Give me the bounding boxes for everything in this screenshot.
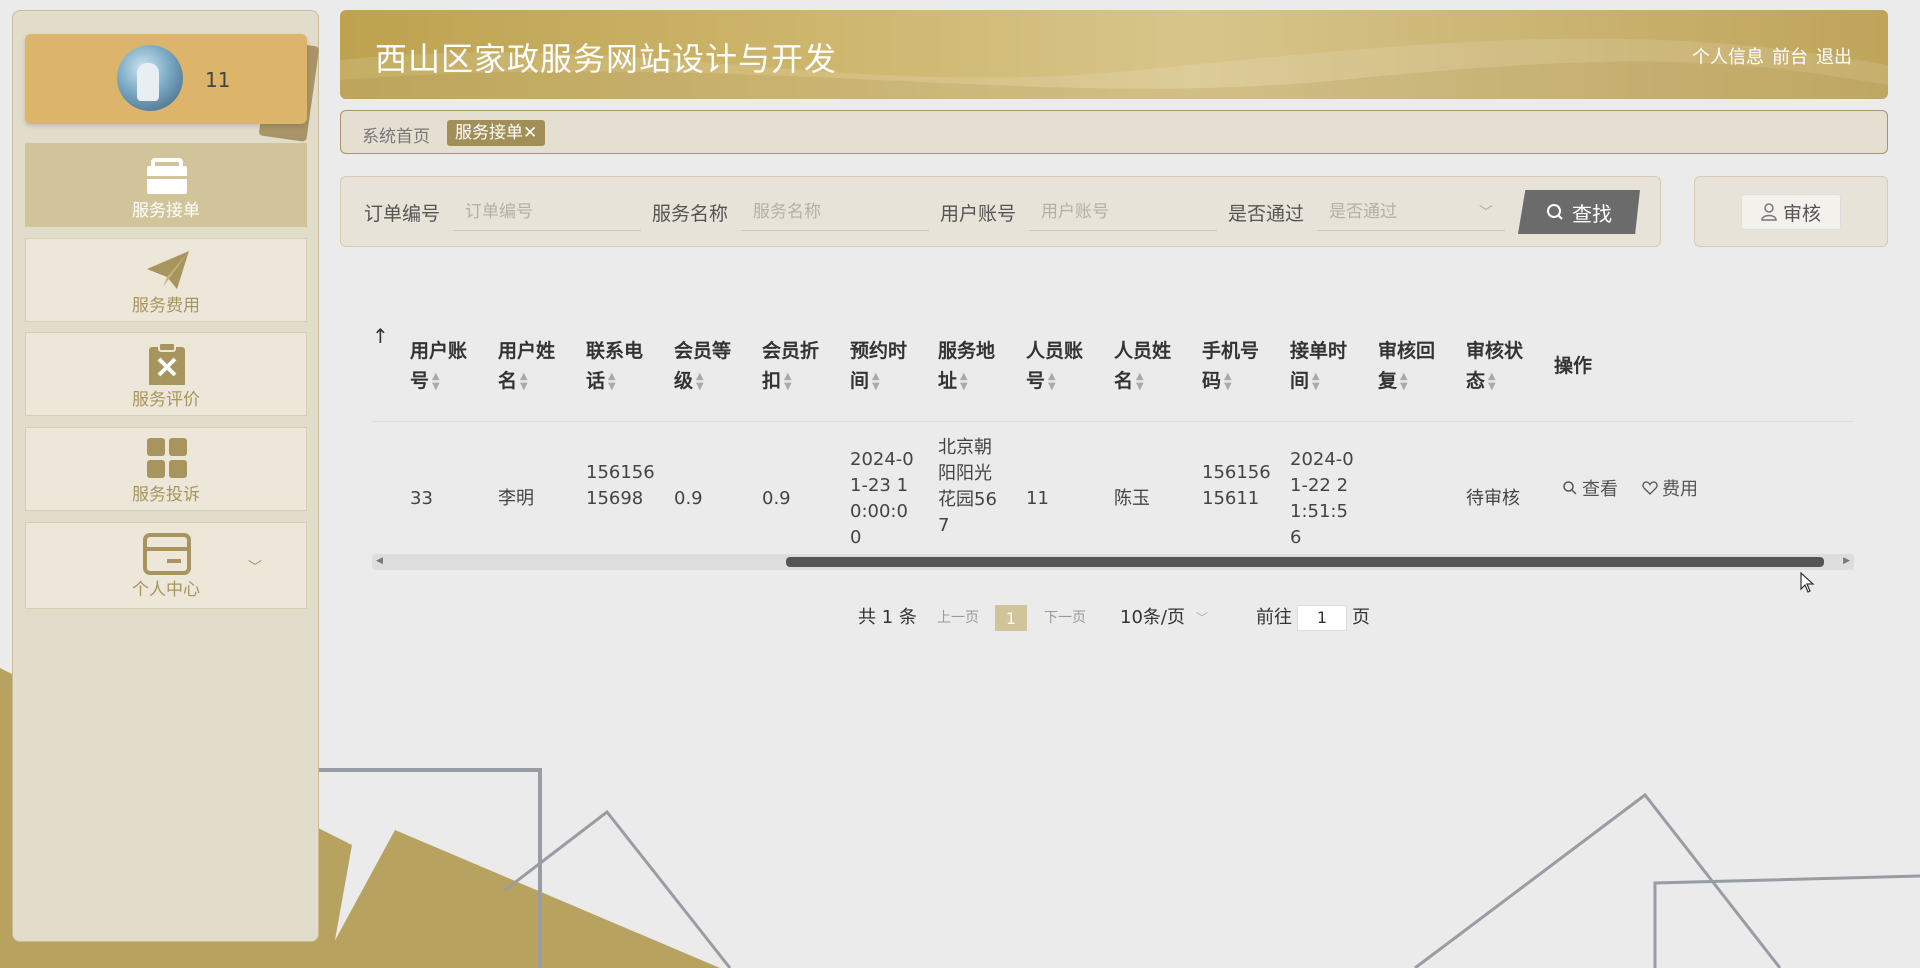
frontend-link[interactable]: 前台 (1772, 43, 1808, 69)
column-header[interactable]: 人员账号 ▲ ▼ (1026, 336, 1094, 396)
scrollbar-thumb[interactable] (786, 557, 1824, 567)
scroll-right-icon[interactable]: ▶ (1843, 556, 1850, 566)
audit-panel: 审核 (1694, 176, 1888, 247)
header: 西山区家政服务网站设计与开发 个人信息 前台 退出 (340, 10, 1888, 99)
horizontal-scrollbar[interactable]: ◀ ▶ (372, 554, 1854, 570)
breadcrumb-current-tag[interactable]: 服务接单✕ (447, 120, 546, 146)
table-header: 用户账号 ▲ ▼ 用户姓名 ▲ ▼ 联系电话 ▲ ▼ 会员等级 ▲ ▼ 会员折扣 ▲ ▼ 预约时间 ▲… (372, 312, 1854, 422)
user-name: 11 (205, 68, 231, 92)
sidebar-item-label: 服务投诉 (132, 485, 200, 505)
table-cell: 陈玉 (1114, 488, 1150, 509)
goto-page-input[interactable]: 1 (1297, 605, 1347, 631)
approved-select[interactable] (1317, 193, 1505, 231)
table-cell: 北京朝阳阳光花园567 (938, 437, 997, 536)
sidebar-item-personal-center[interactable]: 个人中心 ﹀ (25, 522, 307, 609)
briefcase-icon (147, 158, 187, 194)
avatar[interactable] (117, 45, 183, 111)
column-header[interactable]: 服务地址 ▲ ▼ (938, 336, 1006, 396)
table-cell: 33 (410, 488, 433, 509)
table-cell: 11 (1026, 488, 1049, 509)
audit-button[interactable]: 审核 (1741, 194, 1841, 230)
breadcrumb: 系统首页 服务接单✕ (340, 110, 1888, 154)
table-cell: 2024-01-23 10:00:00 (850, 449, 914, 548)
approved-label: 是否通过 (1228, 203, 1305, 225)
column-header[interactable]: 审核回复 ▲ ▼ (1378, 336, 1446, 396)
table-cell: 李明 (498, 488, 534, 509)
scroll-left-icon[interactable]: ◀ (376, 556, 383, 566)
column-header[interactable]: 接单时间 ▲ ▼ (1290, 336, 1358, 396)
breadcrumb-home[interactable]: 系统首页 (362, 122, 430, 147)
order-number-input[interactable] (453, 193, 641, 231)
heart-icon (1642, 481, 1658, 495)
prev-page-button[interactable]: 上一页 (937, 604, 979, 632)
audit-button-label: 审核 (1782, 202, 1821, 225)
sidebar-item-label: 服务费用 (132, 296, 200, 316)
user-card: 11 (25, 34, 307, 124)
chevron-down-icon[interactable]: ﹀ (248, 557, 262, 577)
column-header[interactable]: 审核状态 ▲ ▼ (1466, 336, 1534, 396)
next-page-button[interactable]: 下一页 (1044, 604, 1086, 632)
user-account-label: 用户账号 (940, 203, 1017, 225)
chevron-down-icon: ﹀ (1196, 611, 1209, 625)
search-button[interactable]: 查找 (1518, 190, 1640, 234)
column-header[interactable]: 手机号码 ▲ ▼ (1202, 336, 1270, 396)
sidebar: 11 服务接单 服务费用 服务评价 服务投诉 个人中心 ﹀ (12, 10, 320, 942)
chevron-down-icon: ﹀ (1479, 205, 1493, 221)
column-header[interactable]: 会员等级 ▲ ▼ (674, 336, 742, 396)
table-cell: 待审核 (1466, 488, 1520, 509)
search-form: 订单编号 服务名称 用户账号 是否通过 ﹀ 查找 (340, 176, 1661, 247)
paper-plane-icon (147, 251, 189, 289)
table-cell: 15615615698 (586, 462, 655, 509)
user-account-input[interactable] (1029, 193, 1217, 231)
page-size-select[interactable]: 10条/页 (1120, 604, 1185, 632)
page-number-current[interactable]: 1 (995, 605, 1027, 631)
column-header[interactable]: 会员折扣 ▲ ▼ (762, 336, 830, 396)
sidebar-item-service-complaints[interactable]: 服务投诉 (25, 427, 307, 511)
sidebar-item-label: 服务接单 (132, 201, 200, 221)
view-button[interactable]: 查看 (1562, 475, 1618, 501)
pagination-total: 共 1 条 (858, 607, 917, 628)
table-cell: 0.9 (674, 488, 703, 509)
search-button-label: 查找 (1572, 203, 1612, 226)
goto-label: 前往 (1256, 607, 1292, 628)
grid-icon (147, 438, 187, 478)
search-icon (1547, 204, 1563, 220)
page-suffix: 页 (1352, 607, 1370, 628)
clipboard-x-icon (149, 342, 185, 385)
order-number-label: 订单编号 (364, 203, 441, 225)
table-cell: 0.9 (762, 488, 791, 509)
column-header: 操作 (1554, 355, 1593, 377)
sidebar-item-service-orders[interactable]: 服务接单 (25, 143, 307, 227)
logout-link[interactable]: 退出 (1816, 43, 1852, 69)
column-header[interactable]: 用户账号 ▲ ▼ (410, 336, 478, 396)
column-header[interactable]: 联系电话 ▲ ▼ (586, 336, 654, 396)
column-header[interactable]: 人员姓名 ▲ ▼ (1114, 336, 1182, 396)
fee-button[interactable]: 费用 (1642, 475, 1698, 501)
mouse-cursor-icon (1800, 572, 1815, 593)
site-title: 西山区家政服务网站设计与开发 (375, 40, 838, 78)
user-icon (1761, 203, 1777, 221)
header-links: 个人信息 前台 退出 (1692, 43, 1852, 69)
column-header[interactable]: 预约时间 ▲ ▼ (850, 336, 918, 396)
service-name-label: 服务名称 (652, 203, 729, 225)
sidebar-item-label: 服务评价 (132, 390, 200, 410)
sidebar-item-label: 个人中心 (132, 580, 200, 600)
sidebar-item-service-fees[interactable]: 服务费用 (25, 238, 307, 322)
data-table: ↑ 用户账号 ▲ ▼ 用户姓名 ▲ ▼ 联系电话 ▲ ▼ 会员等级 ▲ ▼ 会员折扣 ▲ ▼ 预约时… (372, 312, 1854, 570)
sidebar-item-service-reviews[interactable]: 服务评价 (25, 332, 307, 416)
table-cell: 2024-01-22 21:51:56 (1290, 449, 1354, 548)
column-header[interactable]: 用户姓名 ▲ ▼ (498, 336, 566, 396)
card-icon (143, 533, 191, 575)
service-name-input[interactable] (741, 193, 929, 231)
table-cell: 15615615611 (1202, 462, 1271, 509)
profile-link[interactable]: 个人信息 (1692, 43, 1764, 69)
search-icon (1563, 481, 1577, 495)
